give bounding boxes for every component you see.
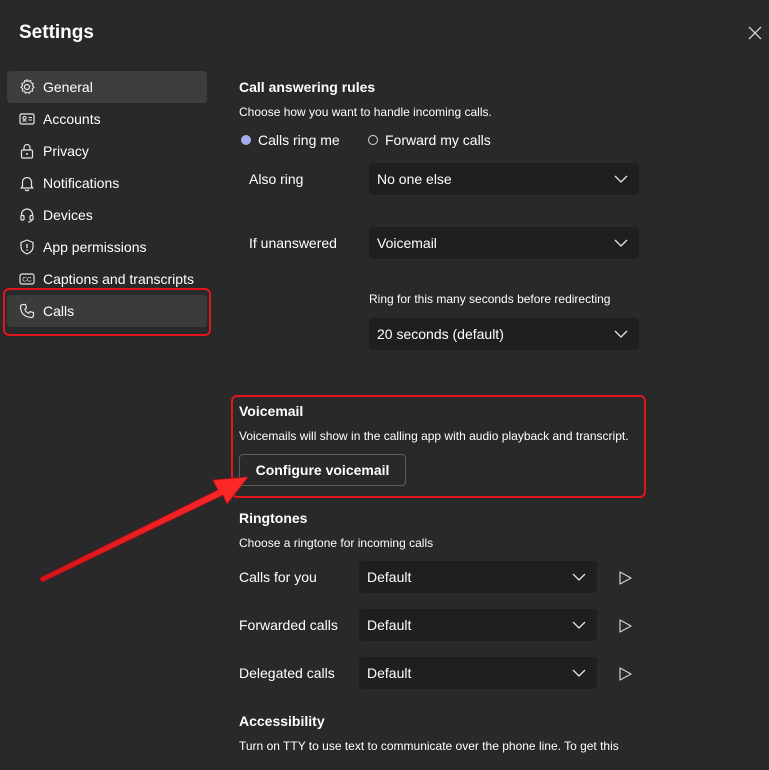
sidebar-item-general[interactable]: General <box>7 71 207 103</box>
sidebar-item-label: Privacy <box>43 143 89 159</box>
dropdown-value: Default <box>367 617 412 633</box>
sidebar-item-label: Accounts <box>43 111 101 127</box>
call-answering-description: Choose how you want to handle incoming c… <box>239 105 492 119</box>
svg-text:CC: CC <box>22 277 32 284</box>
radio-unselected-icon <box>368 135 378 145</box>
sidebar-item-app-permissions[interactable]: App permissions <box>7 231 207 263</box>
also-ring-label: Also ring <box>249 171 304 187</box>
sidebar-item-devices[interactable]: Devices <box>7 199 207 231</box>
delegated-calls-dropdown[interactable]: Default <box>359 657 597 689</box>
sidebar-item-privacy[interactable]: Privacy <box>7 135 207 167</box>
if-unanswered-dropdown[interactable]: Voicemail <box>369 227 639 259</box>
bell-icon <box>18 174 36 192</box>
forwarded-calls-label: Forwarded calls <box>239 617 338 633</box>
play-ringtone-icon[interactable] <box>618 571 632 585</box>
chevron-down-icon <box>614 239 628 247</box>
radio-calls-ring-me[interactable]: Calls ring me <box>241 132 340 148</box>
dropdown-value: Voicemail <box>377 235 437 251</box>
radio-label: Calls ring me <box>258 132 340 148</box>
sidebar-item-label: General <box>43 79 93 95</box>
chevron-down-icon <box>614 175 628 183</box>
calls-for-you-label: Calls for you <box>239 569 317 585</box>
sidebar-item-label: Captions and transcripts <box>43 271 194 287</box>
lock-icon <box>18 142 36 160</box>
voicemail-highlight-box <box>231 395 646 498</box>
dropdown-value: Default <box>367 569 412 585</box>
calls-highlight-box <box>3 288 211 336</box>
radio-selected-icon <box>241 135 251 145</box>
sidebar-item-label: Devices <box>43 207 93 223</box>
settings-title: Settings <box>19 22 94 43</box>
close-icon[interactable] <box>747 25 763 41</box>
radio-forward-my-calls[interactable]: Forward my calls <box>368 132 491 148</box>
ring-seconds-label: Ring for this many seconds before redire… <box>369 292 611 306</box>
id-card-icon <box>18 110 36 128</box>
accessibility-heading: Accessibility <box>239 713 325 729</box>
dropdown-value: No one else <box>377 171 452 187</box>
delegated-calls-label: Delegated calls <box>239 665 335 681</box>
sidebar-item-label: App permissions <box>43 239 147 255</box>
also-ring-dropdown[interactable]: No one else <box>369 163 639 195</box>
ring-seconds-dropdown[interactable]: 20 seconds (default) <box>369 318 639 350</box>
play-ringtone-icon[interactable] <box>618 667 632 681</box>
ringtones-description: Choose a ringtone for incoming calls <box>239 536 434 550</box>
play-ringtone-icon[interactable] <box>618 619 632 633</box>
call-answering-heading: Call answering rules <box>239 79 376 95</box>
chevron-down-icon <box>572 669 586 677</box>
sidebar-item-accounts[interactable]: Accounts <box>7 103 207 135</box>
if-unanswered-label: If unanswered <box>249 235 337 251</box>
sidebar-item-label: Notifications <box>43 175 120 191</box>
shield-icon <box>18 238 36 256</box>
ringtones-heading: Ringtones <box>239 510 308 526</box>
gear-icon <box>18 78 36 96</box>
dropdown-value: 20 seconds (default) <box>377 326 504 342</box>
chevron-down-icon <box>614 330 628 338</box>
forwarded-calls-dropdown[interactable]: Default <box>359 609 597 641</box>
dropdown-value: Default <box>367 665 412 681</box>
chevron-down-icon <box>572 621 586 629</box>
headset-icon <box>18 206 36 224</box>
sidebar-item-notifications[interactable]: Notifications <box>7 167 207 199</box>
accessibility-description: Turn on TTY to use text to communicate o… <box>239 739 619 753</box>
cc-icon: CC <box>18 270 36 288</box>
chevron-down-icon <box>572 573 586 581</box>
radio-label: Forward my calls <box>385 132 491 148</box>
calls-for-you-dropdown[interactable]: Default <box>359 561 597 593</box>
